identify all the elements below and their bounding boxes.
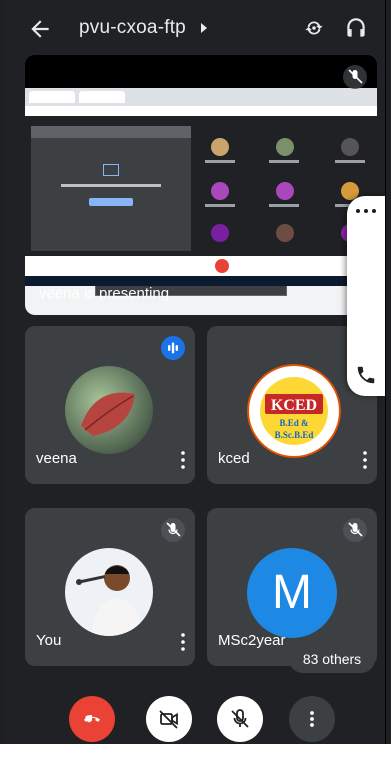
phone-icon[interactable] — [355, 364, 377, 386]
avatar-initial: M — [247, 548, 337, 638]
svg-text:B.Sc.B.Ed: B.Sc.B.Ed — [275, 430, 314, 440]
more-horizontal-icon[interactable] — [354, 206, 378, 216]
mic-toggle-button[interactable] — [217, 696, 263, 742]
more-options-icon[interactable] — [177, 448, 189, 472]
participant-name: You — [36, 632, 62, 649]
end-call-button[interactable] — [69, 696, 115, 742]
presenting-caption: veena is presenting — [39, 285, 170, 302]
audio-output-icon[interactable] — [343, 15, 369, 41]
kced-logo: KCED B.Ed & B.Sc.B.Ed — [247, 364, 341, 458]
shared-controls — [25, 256, 377, 276]
end-call-icon — [84, 715, 100, 723]
presenting-message — [61, 184, 161, 187]
side-action-panel[interactable] — [347, 196, 385, 396]
mic-off-icon — [348, 69, 363, 84]
mic-off-badge — [343, 65, 367, 89]
avatar — [65, 548, 153, 636]
more-options-icon[interactable] — [359, 448, 371, 472]
more-vertical-icon — [310, 711, 314, 727]
participant-tile-msc2year[interactable]: M MSc2year — [207, 508, 377, 666]
presentation-tile[interactable]: veena is presenting — [25, 55, 377, 315]
top-bar: pvu-cxoa-ftp — [5, 0, 385, 60]
speaking-indicator — [161, 336, 185, 360]
page-bottom — [0, 744, 391, 760]
svg-text:B.Ed &: B.Ed & — [279, 418, 309, 428]
mic-off-icon — [166, 522, 181, 537]
shared-screen — [25, 88, 377, 315]
meeting-code[interactable]: pvu-cxoa-ftp — [79, 17, 186, 39]
participant-name: kced — [218, 450, 250, 467]
present-icon — [103, 164, 119, 176]
participant-grid — [201, 128, 371, 252]
participant-name: MSc2year — [218, 632, 286, 649]
mic-off-icon — [348, 522, 363, 537]
browser-tabs — [25, 88, 377, 106]
mic-off-badge — [343, 518, 367, 542]
presenting-card — [31, 126, 191, 251]
others-count-chip[interactable]: 83 others — [289, 645, 375, 673]
participant-tile-veena[interactable]: veena — [25, 326, 195, 484]
svg-text:KCED: KCED — [271, 397, 317, 414]
stop-presenting-button — [89, 198, 133, 206]
shared-meet-window — [25, 116, 377, 296]
more-options-button[interactable] — [289, 696, 335, 742]
mic-off-badge — [161, 518, 185, 542]
avatar — [65, 366, 153, 454]
expand-arrow-icon[interactable] — [201, 23, 207, 33]
back-arrow-icon[interactable] — [27, 16, 53, 42]
meet-screen: pvu-cxoa-ftp veena is presenting veena K… — [5, 0, 386, 744]
mic-off-icon — [231, 709, 249, 728]
camera-toggle-button[interactable] — [146, 696, 192, 742]
audio-level-icon — [168, 342, 178, 354]
switch-camera-icon[interactable] — [301, 15, 327, 41]
participant-tile-you[interactable]: You — [25, 508, 195, 666]
participant-name: veena — [36, 450, 77, 467]
more-options-icon[interactable] — [177, 630, 189, 654]
camera-off-icon — [159, 710, 178, 729]
